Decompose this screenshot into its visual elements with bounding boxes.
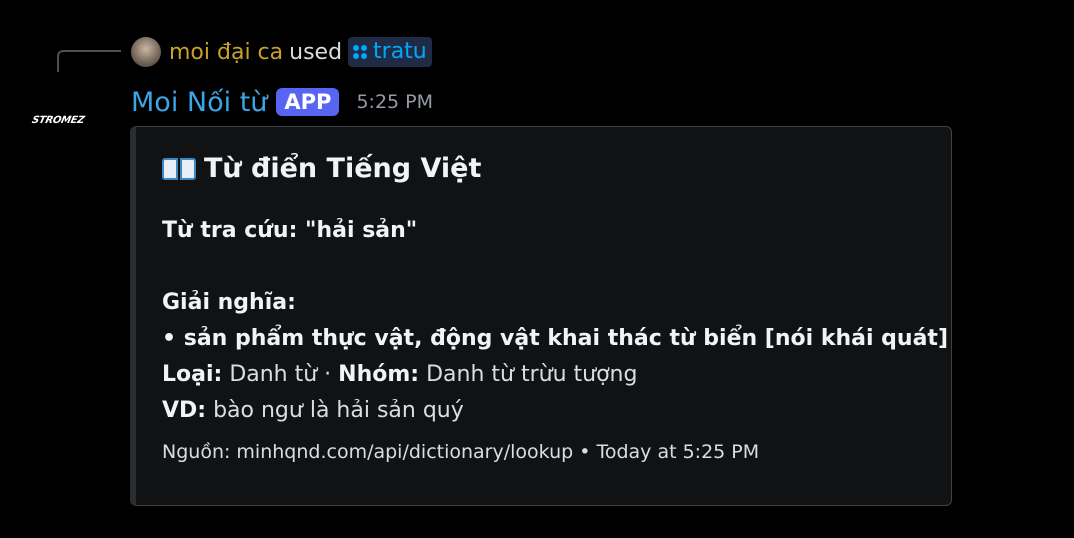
type-value: Danh từ · xyxy=(222,362,339,387)
message-header: Moi Nối từ APP 5:25 PM xyxy=(131,82,433,122)
open-book-icon xyxy=(162,156,196,182)
dictionary-embed: Từ điển Tiếng Việt Từ tra cứu: "hải sản"… xyxy=(130,126,952,506)
author-name[interactable]: Moi Nối từ xyxy=(131,87,267,118)
meaning-heading: Giải nghĩa: xyxy=(162,290,296,315)
reply-user-avatar[interactable] xyxy=(131,37,161,67)
reply-connector xyxy=(57,50,121,72)
example-value: bào ngư là hải sản quý xyxy=(206,398,464,423)
reply-action: used xyxy=(289,39,343,65)
embed-footer: Nguồn: minhqnd.com/api/dictionary/lookup… xyxy=(162,441,760,463)
app-badge: APP xyxy=(276,88,340,116)
lookup-word: Từ tra cứu: "hải sản" xyxy=(162,218,418,243)
reply-username[interactable]: moi đại ca xyxy=(169,40,283,65)
meaning-item: • sản phẩm thực vật, động vật khai thác … xyxy=(162,326,949,351)
command-icon xyxy=(353,44,368,59)
reply-context[interactable]: moi đại ca used tratu xyxy=(131,36,432,68)
message-timestamp[interactable]: 5:25 PM xyxy=(356,91,433,113)
command-name: tratu xyxy=(373,39,427,64)
bot-avatar[interactable]: STROMEZ xyxy=(22,100,94,140)
embed-title: Từ điển Tiếng Việt xyxy=(162,153,481,184)
embed-title-text: Từ điển Tiếng Việt xyxy=(204,153,482,184)
word-type-line: Loại: Danh từ · Nhóm: Danh từ trừu tượng xyxy=(162,357,942,393)
example-line: VD: bào ngư là hải sản quý xyxy=(162,393,942,429)
group-value: Danh từ trừu tượng xyxy=(419,362,638,387)
type-label: Loại: xyxy=(162,362,223,387)
embed-description: Từ tra cứu: "hải sản" Giải nghĩa: • sản … xyxy=(162,213,949,429)
group-label: Nhóm: xyxy=(338,362,420,387)
example-label: VD: xyxy=(162,398,207,423)
slash-command-pill[interactable]: tratu xyxy=(348,37,432,67)
avatar-logo-text: STROMEZ xyxy=(30,114,86,126)
